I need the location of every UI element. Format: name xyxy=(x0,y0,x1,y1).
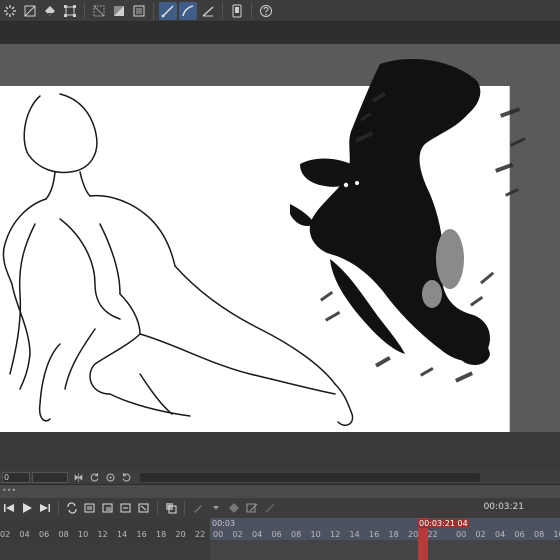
frame-number: 00 xyxy=(456,530,467,539)
frame-number: 10 xyxy=(78,530,89,539)
pen-icon[interactable] xyxy=(190,500,206,516)
frame-number: 20 xyxy=(175,530,186,539)
brush-icon[interactable] xyxy=(262,500,278,516)
frame-number: 12 xyxy=(97,530,108,539)
first-frame-icon[interactable] xyxy=(1,500,17,516)
separator xyxy=(153,2,154,19)
frame-number: 14 xyxy=(349,530,360,539)
track-highlight xyxy=(210,540,560,560)
frame-number: 10 xyxy=(310,530,321,539)
canvas-area[interactable] xyxy=(0,44,560,436)
frame-number: 16 xyxy=(369,530,380,539)
frame-number: 08 xyxy=(291,530,302,539)
navigator-scrollbar[interactable] xyxy=(140,472,480,482)
timeline-header: ••• xyxy=(0,484,560,498)
frame-number: 18 xyxy=(156,530,167,539)
timeline-toolbar: 00:03:21 xyxy=(0,498,560,518)
frame-number: 18 xyxy=(388,530,399,539)
flip-horizontal-icon[interactable] xyxy=(73,472,84,483)
frame-number: 22 xyxy=(195,530,206,539)
frame-number: 20 xyxy=(408,530,419,539)
vector-tool-icon[interactable] xyxy=(199,2,217,20)
timeline-ruler[interactable]: 00:03 02 04 06 08 10 12 14 16 18 20 22 00 02 04 06 08 1… xyxy=(0,518,560,540)
zoom-value: 0 xyxy=(4,472,10,482)
frame-number: 14 xyxy=(117,530,128,539)
rotate-reset-icon[interactable] xyxy=(105,472,116,483)
timeline-header-grip[interactable]: ••• xyxy=(2,486,16,495)
frame-number: 04 xyxy=(19,530,30,539)
specify-cel-icon[interactable] xyxy=(118,500,134,516)
frame-number: 02 xyxy=(0,530,11,539)
rotate-icon[interactable] xyxy=(89,472,100,483)
clear-icon[interactable] xyxy=(21,2,39,20)
keyframe-icon[interactable] xyxy=(226,500,242,516)
onion-skin-icon[interactable] xyxy=(163,500,179,516)
playback-range xyxy=(210,518,560,540)
transform-icon[interactable] xyxy=(61,2,79,20)
zoom-slider[interactable] xyxy=(32,471,68,483)
selection-out-icon[interactable] xyxy=(90,2,108,20)
start-time-label: 00:03 xyxy=(212,519,236,528)
navigator-strip: 0 xyxy=(0,470,560,484)
canvas-artwork xyxy=(2,59,526,426)
rotate-left-icon[interactable] xyxy=(121,472,132,483)
frame-number: 02 xyxy=(232,530,243,539)
separator xyxy=(157,501,158,515)
play-icon[interactable] xyxy=(19,500,35,516)
edit-keyframe-icon[interactable] xyxy=(244,500,260,516)
curve-tool-icon[interactable] xyxy=(179,1,197,20)
frame-number: 16 xyxy=(136,530,147,539)
zoom-field[interactable]: 0 xyxy=(2,471,30,483)
frame-number: 22 xyxy=(427,530,438,539)
separator xyxy=(251,2,252,19)
separator xyxy=(222,2,223,19)
new-cel-icon[interactable] xyxy=(82,500,98,516)
ink-figure xyxy=(290,59,490,366)
frame-number: 00 xyxy=(213,530,224,539)
loading-spinner-icon[interactable] xyxy=(1,2,19,20)
frame-icon[interactable] xyxy=(130,2,148,20)
frame-number: 02 xyxy=(475,530,486,539)
end-time: 00:03:21 xyxy=(483,502,524,512)
workspace xyxy=(0,22,560,470)
separator xyxy=(58,501,59,515)
frame-number: 06 xyxy=(271,530,282,539)
fill-icon[interactable] xyxy=(41,2,59,20)
frame-number: 06 xyxy=(514,530,525,539)
frame-number: 08 xyxy=(58,530,69,539)
loop-icon[interactable] xyxy=(64,500,80,516)
dropdown-icon[interactable] xyxy=(208,500,224,516)
last-frame-icon[interactable] xyxy=(37,500,53,516)
delete-cel-icon[interactable] xyxy=(136,500,152,516)
frame-number: 10 xyxy=(553,530,560,539)
help-icon[interactable] xyxy=(257,2,275,20)
line-tool-icon[interactable] xyxy=(159,1,177,20)
command-bar xyxy=(0,0,560,22)
frame-number: 04 xyxy=(252,530,263,539)
frame-number: 06 xyxy=(39,530,50,539)
workspace-footer xyxy=(0,432,560,470)
frame-number: 12 xyxy=(330,530,341,539)
frame-number: 04 xyxy=(495,530,506,539)
separator xyxy=(184,501,185,515)
frame-number: 08 xyxy=(534,530,545,539)
timeline-track-area[interactable] xyxy=(0,540,560,560)
figure-sketch xyxy=(2,93,354,426)
playhead-time: 00:03:21 04 xyxy=(418,519,469,528)
new-folder-icon[interactable] xyxy=(100,500,116,516)
device-icon[interactable] xyxy=(228,2,246,20)
mask-icon[interactable] xyxy=(110,2,128,20)
workspace-header xyxy=(0,22,560,44)
separator xyxy=(84,2,85,19)
